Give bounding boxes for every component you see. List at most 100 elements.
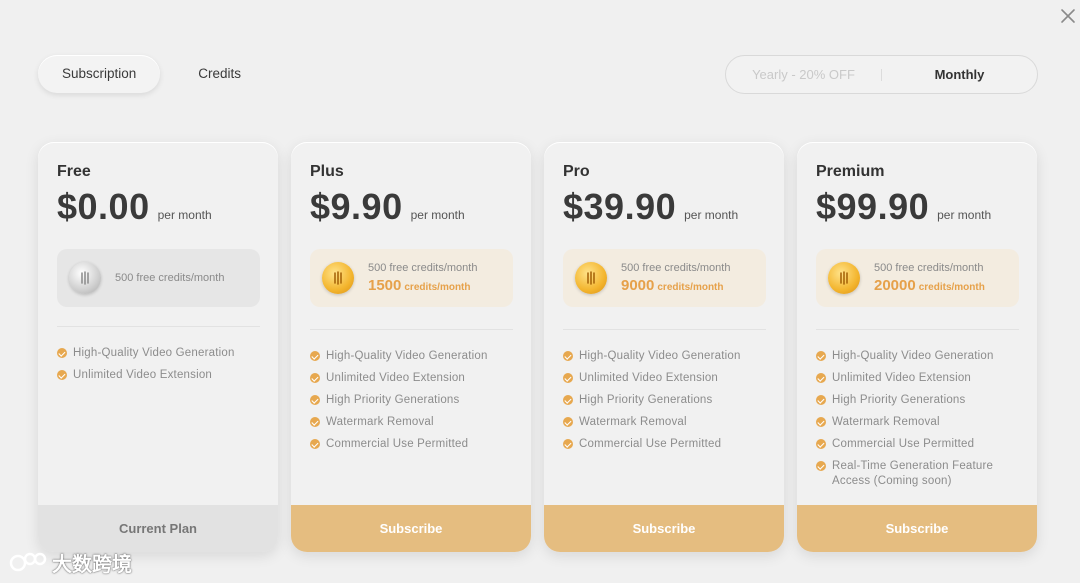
feature-label: High Priority Generations (832, 394, 966, 406)
feature-item: Watermark Removal (816, 415, 1012, 430)
credits-amount: 9000 credits/month (621, 277, 730, 294)
feature-item: Unlimited Video Extension (563, 371, 741, 386)
feature-item: Commercial Use Permitted (563, 437, 741, 452)
feature-item: Unlimited Video Extension (816, 371, 1012, 386)
check-icon (816, 461, 826, 471)
feature-label: Unlimited Video Extension (579, 372, 719, 384)
subscribe-button-plus[interactable]: Subscribe (291, 505, 531, 552)
credits-box: 500 free credits/month 20000 credits/mont… (816, 249, 1019, 307)
feature-list: High-Quality Video Generation Unlimited … (816, 349, 1012, 496)
feature-item: High-Quality Video Generation (57, 346, 235, 361)
divider (816, 329, 1019, 330)
check-icon (310, 351, 320, 361)
feature-item: Commercial Use Permitted (816, 437, 1012, 452)
subscribe-button-pro[interactable]: Subscribe (544, 505, 784, 552)
feature-item: Watermark Removal (310, 415, 488, 430)
check-icon (310, 439, 320, 449)
plan-name: Free (57, 163, 91, 180)
feature-item: Watermark Removal (563, 415, 741, 430)
plan-price-row: $39.90 per month (563, 186, 738, 228)
feature-label: Real-Time Generation Feature Access (Com… (832, 460, 994, 487)
plan-price: $99.90 (816, 186, 930, 227)
plan-price: $39.90 (563, 186, 677, 227)
feature-label: High-Quality Video Generation (579, 350, 741, 362)
feature-label: Unlimited Video Extension (73, 369, 213, 381)
plan-name: Premium (816, 163, 885, 180)
plan-card-plus: Plus $9.90 per month 500 free credits/mo… (291, 142, 531, 552)
divider (563, 329, 766, 330)
coin-icon (575, 262, 607, 294)
plan-price-period: per month (410, 208, 465, 222)
feature-label: High Priority Generations (579, 394, 713, 406)
credits-unit: credits/month (404, 282, 471, 293)
feature-list: High-Quality Video Generation Unlimited … (57, 346, 235, 390)
feature-item: High-Quality Video Generation (816, 349, 1012, 364)
credits-box: 500 free credits/month (57, 249, 260, 307)
check-icon (563, 439, 573, 449)
check-icon (563, 395, 573, 405)
feature-item: Unlimited Video Extension (57, 368, 235, 383)
tab-credits[interactable]: Credits (174, 55, 265, 93)
credits-amount: 1500 credits/month (368, 277, 477, 294)
watermark: 大数跨境 (8, 548, 132, 577)
billing-monthly-option[interactable]: Monthly (882, 67, 1037, 82)
watermark-logo-icon (9, 552, 47, 571)
plan-price-row: $99.90 per month (816, 186, 991, 228)
feature-label: High-Quality Video Generation (326, 350, 488, 362)
plan-price-row: $0.00 per month (57, 186, 212, 228)
tab-subscription[interactable]: Subscription (38, 55, 161, 93)
subscribe-button-premium[interactable]: Subscribe (797, 505, 1037, 552)
free-credits-label: 500 free credits/month (621, 262, 731, 274)
coin-icon (322, 262, 354, 294)
check-icon (57, 370, 67, 380)
check-icon (816, 373, 826, 383)
free-credits-label: 500 free credits/month (115, 272, 225, 284)
divider (57, 326, 260, 327)
feature-item: High Priority Generations (563, 393, 741, 408)
plan-price: $0.00 (57, 186, 150, 227)
divider (310, 329, 513, 330)
check-icon (816, 351, 826, 361)
feature-label: Unlimited Video Extension (832, 372, 972, 384)
feature-item: High Priority Generations (310, 393, 488, 408)
feature-list: High-Quality Video Generation Unlimited … (563, 349, 741, 459)
feature-label: Watermark Removal (579, 416, 687, 428)
credits-text: 500 free credits/month 1500 credits/month (368, 262, 477, 294)
feature-label: Commercial Use Permitted (832, 438, 975, 450)
credits-amount-value: 20000 (874, 277, 916, 294)
plan-card-premium: Premium $99.90 per month 500 free credit… (797, 142, 1037, 552)
feature-label: Watermark Removal (832, 416, 940, 428)
plan-price-period: per month (157, 208, 212, 222)
credits-text: 500 free credits/month 20000 credits/mont… (874, 262, 985, 294)
check-icon (57, 348, 67, 358)
check-icon (310, 395, 320, 405)
billing-period-toggle: Yearly - 20% OFF Monthly (725, 55, 1038, 94)
credits-unit: credits/month (657, 282, 724, 293)
credits-text: 500 free credits/month (115, 272, 224, 284)
feature-label: High-Quality Video Generation (832, 350, 994, 362)
check-icon (310, 373, 320, 383)
plan-price-row: $9.90 per month (310, 186, 465, 228)
close-icon[interactable] (1058, 6, 1078, 26)
watermark-text: 大数跨境 (52, 554, 132, 576)
feature-item: Real-Time Generation Feature Access (Com… (816, 459, 1012, 489)
feature-list: High-Quality Video Generation Unlimited … (310, 349, 488, 459)
billing-yearly-option[interactable]: Yearly - 20% OFF (726, 67, 881, 82)
free-credits-label: 500 free credits/month (368, 262, 478, 274)
plan-price-period: per month (684, 208, 739, 222)
feature-item: High Priority Generations (816, 393, 1012, 408)
plan-card-pro: Pro $39.90 per month 500 free credits/mo… (544, 142, 784, 552)
plan-card-free: Free $0.00 per month 500 free credits/mo… (38, 142, 278, 552)
credits-box: 500 free credits/month 1500 credits/month (310, 249, 513, 307)
check-icon (563, 351, 573, 361)
feature-label: Commercial Use Permitted (579, 438, 722, 450)
tab-bar: Subscription Credits (38, 55, 265, 93)
plan-price-period: per month (937, 208, 992, 222)
credits-unit: credits/month (918, 282, 985, 293)
coin-icon (69, 262, 101, 294)
check-icon (816, 417, 826, 427)
free-credits-label: 500 free credits/month (874, 262, 984, 274)
check-icon (563, 373, 573, 383)
check-icon (816, 395, 826, 405)
feature-label: High Priority Generations (326, 394, 460, 406)
